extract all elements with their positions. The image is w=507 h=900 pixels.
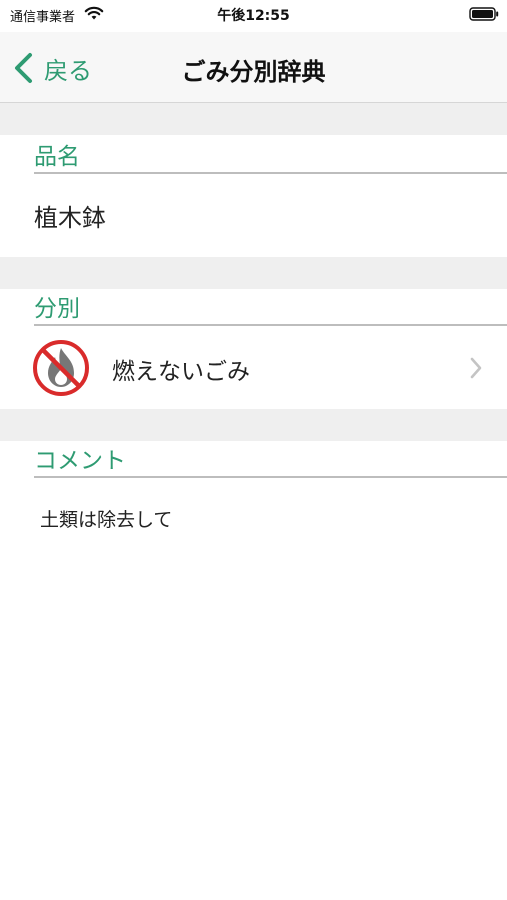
no-burn-icon: [33, 340, 89, 396]
section-header-name: 品名: [34, 136, 507, 174]
battery-icon: [469, 7, 499, 21]
status-bar: 通信事業者 午後12:55: [0, 0, 507, 30]
section-header-comment-label: コメント: [34, 448, 126, 474]
section-separator: [0, 409, 507, 441]
navigation-bar: 戻る ごみ分別辞典: [0, 32, 507, 103]
page-title: ごみ分別辞典: [181, 58, 326, 86]
section-separator: [0, 257, 507, 289]
screen: 通信事業者 午後12:55 戻る ごみ分別辞典 品名 植木鉢 分別 燃えないごみ…: [0, 0, 507, 900]
section-separator: [0, 103, 507, 135]
category-row[interactable]: 燃えないごみ: [0, 326, 507, 410]
section-header-comment: コメント: [34, 440, 507, 478]
comment-value: 土類は除去して: [40, 509, 173, 531]
category-value: 燃えないごみ: [112, 359, 250, 385]
section-header-category-label: 分別: [34, 296, 80, 322]
item-name-value: 植木鉢: [34, 204, 106, 232]
clock: 午後12:55: [217, 8, 290, 24]
section-header-name-label: 品名: [34, 144, 80, 170]
chevron-right-icon: [470, 357, 482, 379]
section-header-category: 分別: [34, 288, 507, 326]
